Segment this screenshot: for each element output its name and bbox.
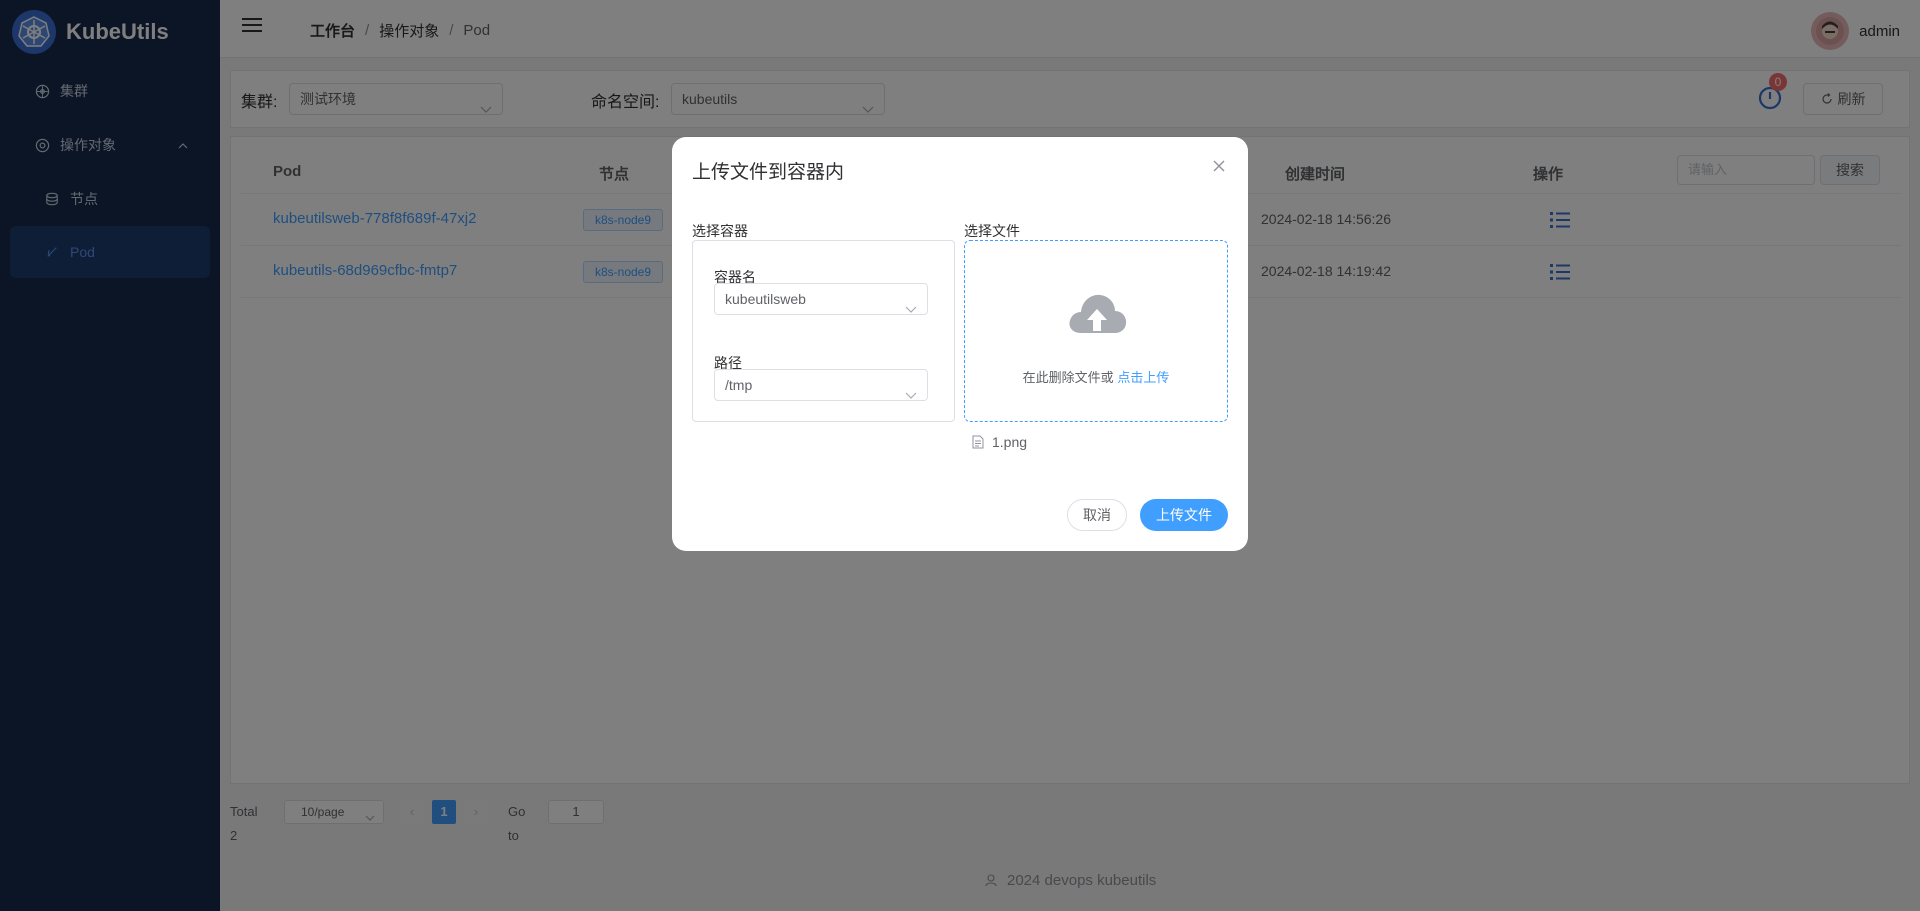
uploaded-file-item[interactable]: 1.png bbox=[972, 434, 1027, 450]
click-upload-link[interactable]: 点击上传 bbox=[1117, 370, 1169, 385]
container-name-select[interactable]: kubeutilsweb bbox=[714, 283, 928, 315]
upload-dropzone[interactable]: 在此删除文件或 点击上传 bbox=[964, 240, 1228, 422]
document-icon bbox=[972, 435, 984, 449]
select-container-label: 选择容器 bbox=[692, 223, 748, 239]
dialog-title: 上传文件到容器内 bbox=[692, 162, 845, 183]
chevron-down-icon bbox=[905, 294, 917, 324]
file-name: 1.png bbox=[992, 434, 1028, 450]
container-form: 容器名 kubeutilsweb 路径 /tmp bbox=[692, 240, 955, 422]
chevron-down-icon bbox=[905, 380, 917, 410]
upload-dialog: 上传文件到容器内 选择容器 选择文件 容器名 kubeutilsweb 路径 /… bbox=[672, 137, 1248, 551]
upload-file-button[interactable]: 上传文件 bbox=[1140, 499, 1228, 531]
cancel-button[interactable]: 取消 bbox=[1067, 499, 1127, 531]
select-file-label: 选择文件 bbox=[964, 223, 1020, 239]
close-icon[interactable] bbox=[1212, 159, 1228, 175]
path-select[interactable]: /tmp bbox=[714, 369, 928, 401]
cloud-upload-icon bbox=[1065, 289, 1129, 339]
upload-hint: 在此删除文件或 点击上传 bbox=[1022, 370, 1170, 385]
